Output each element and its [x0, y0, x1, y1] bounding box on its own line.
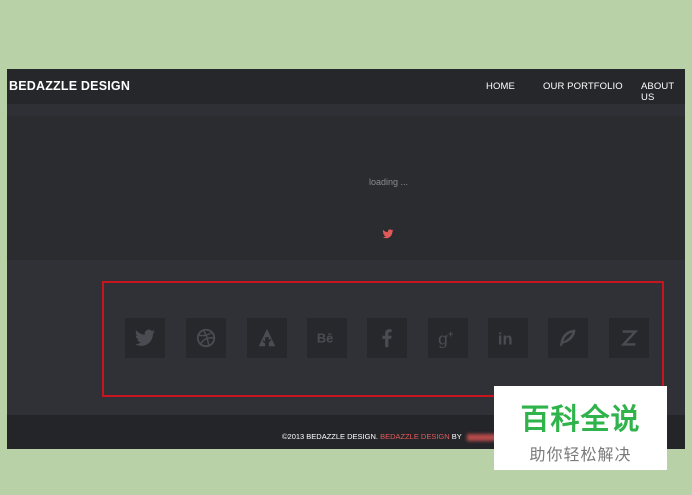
svg-text:in: in [498, 330, 513, 348]
svg-text:+: + [448, 329, 453, 339]
site-brand[interactable]: BEDAZZLE DESIGN [9, 79, 130, 93]
social-twitter[interactable] [125, 318, 165, 358]
svg-text:Bē: Bē [317, 331, 333, 346]
footer-by-text: BY [451, 432, 462, 441]
loading-text: loading ... [369, 177, 409, 187]
watermark-sub-text: 助你轻松解决 [529, 445, 632, 464]
vine-icon [559, 329, 576, 347]
twitter-icon [134, 329, 156, 346]
footer-brand-link[interactable]: BEDAZZLE DESIGN [380, 432, 450, 441]
nav-our-portfolio[interactable]: OUR PORTFOLIO [543, 81, 623, 92]
social-facebook[interactable] [367, 318, 407, 358]
top-navbar: BEDAZZLE DESIGN HOME OUR PORTFOLIO ABOUT… [7, 69, 685, 104]
behance-icon: Bē [317, 331, 333, 346]
google-plus-icon: g + [438, 329, 453, 348]
linkedin-icon: in [498, 330, 513, 348]
watermark-main-text: 百科全说 [520, 402, 641, 436]
facebook-icon [382, 329, 392, 348]
social-dribbble[interactable] [186, 318, 226, 358]
footer-copyright: ©2013 BEDAZZLE DESIGN. BEDAZZLE DESIGN B… [282, 432, 527, 441]
twitter-bird-icon [382, 229, 394, 239]
social-google-plus[interactable]: g + [428, 318, 468, 358]
forrst-icon [258, 328, 276, 347]
watermark-logo: 百科全说 助你轻松解决 [494, 386, 667, 470]
nav-about-us[interactable]: ABOUT US [641, 81, 685, 103]
social-zerply[interactable] [609, 318, 649, 358]
dribbble-icon [196, 328, 216, 348]
nav-home[interactable]: HOME [486, 81, 515, 92]
hero-section [7, 116, 685, 260]
social-forrst[interactable] [247, 318, 287, 358]
zerply-icon [620, 330, 639, 346]
footer-copyright-text: ©2013 BEDAZZLE DESIGN. [282, 432, 378, 441]
social-vine[interactable] [548, 318, 588, 358]
social-behance[interactable]: Bē [307, 318, 347, 358]
nav-strip [7, 104, 685, 116]
social-linkedin[interactable]: in [488, 318, 528, 358]
